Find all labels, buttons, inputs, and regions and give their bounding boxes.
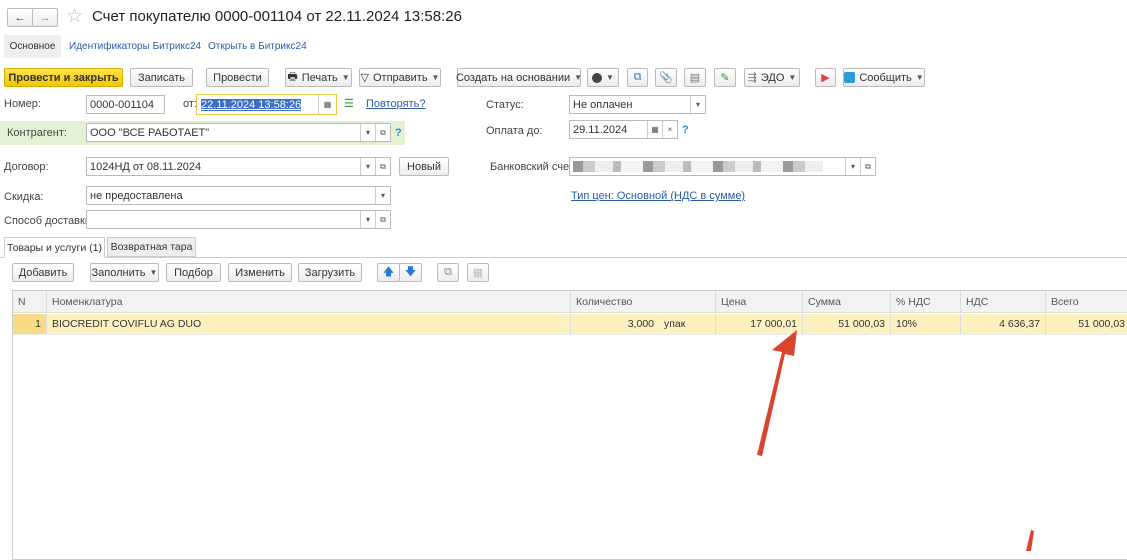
red-arrow-tail xyxy=(1026,530,1034,551)
annotation-arrow xyxy=(757,330,1034,551)
red-arrow-icon xyxy=(757,330,797,456)
